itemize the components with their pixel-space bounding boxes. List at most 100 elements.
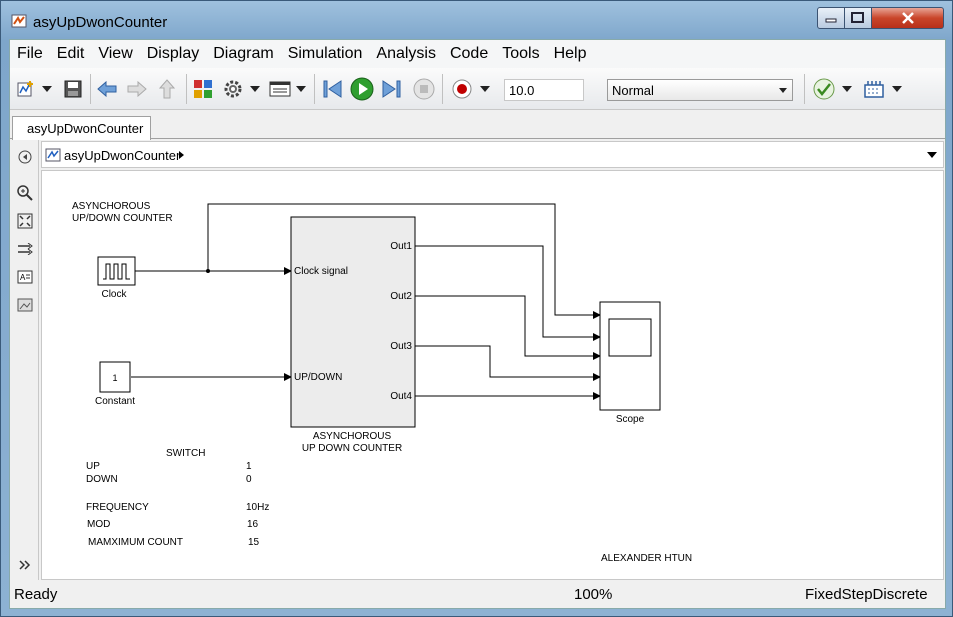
menu-file[interactable]: File: [10, 45, 50, 63]
out3-line[interactable]: [415, 345, 601, 381]
breadcrumb-dropdown-icon[interactable]: [927, 152, 937, 158]
settings-dropdown[interactable]: [248, 78, 262, 100]
menu-code[interactable]: Code: [443, 45, 495, 63]
expand-sidebar-button[interactable]: [16, 556, 34, 574]
model-explorer-button[interactable]: [268, 78, 292, 100]
menu-simulation[interactable]: Simulation: [281, 45, 370, 63]
palette-sidebar: A: [10, 140, 39, 580]
note-up-key: UP: [86, 461, 100, 472]
out1-line[interactable]: [415, 245, 601, 341]
author-annotation[interactable]: ALEXANDER HTUN: [601, 553, 692, 564]
menu-view[interactable]: View: [91, 45, 139, 63]
record-icon: [452, 79, 472, 99]
title-bar[interactable]: asyUpDwonCounter: [1, 1, 952, 39]
toolbar-separator: [804, 74, 805, 104]
toolbar: 10.0 Normal: [10, 68, 945, 110]
menu-edit[interactable]: Edit: [50, 45, 92, 63]
zoom-button[interactable]: [16, 184, 34, 202]
build-dropdown[interactable]: [890, 78, 904, 100]
double-chevron-icon: [19, 560, 31, 570]
step-back-button[interactable]: [320, 78, 344, 100]
model-canvas[interactable]: ASYNCHOROUS UP/DOWN COUNTER Clock 1 Cons…: [41, 170, 944, 580]
new-model-dropdown[interactable]: [40, 78, 54, 100]
record-dropdown[interactable]: [478, 78, 492, 100]
arrows-icon: [18, 243, 33, 255]
stop-time-input[interactable]: 10.0: [504, 79, 584, 101]
build-button[interactable]: [862, 78, 886, 100]
subsystem-out4-label: Out4: [390, 391, 412, 402]
model-icon: [45, 148, 61, 162]
note-down-value: 0: [246, 474, 252, 485]
library-browser-button[interactable]: [192, 78, 214, 100]
maximize-button[interactable]: [844, 7, 872, 29]
scope-label: Scope: [616, 414, 645, 425]
breadcrumb-model[interactable]: asyUpDwonCounter: [64, 148, 180, 163]
step-forward-icon: [382, 80, 401, 98]
subsystem-out2-label: Out2: [390, 291, 412, 302]
settings-gear-icon: [224, 80, 242, 98]
menu-help[interactable]: Help: [547, 45, 594, 63]
clock-block[interactable]: [97, 256, 136, 286]
clock-label: Clock: [101, 289, 127, 300]
save-icon: [64, 80, 82, 98]
out2-line[interactable]: [415, 295, 601, 360]
hide-browser-button[interactable]: [16, 148, 34, 166]
switch-title[interactable]: SWITCH: [166, 448, 205, 459]
scope-screen-icon: [608, 318, 652, 357]
back-icon: [97, 81, 117, 97]
diagram-title-line2[interactable]: UP/DOWN COUNTER: [72, 213, 173, 224]
simulation-mode-select[interactable]: Normal: [607, 79, 793, 101]
note-frequency-key: FREQUENCY: [86, 502, 149, 513]
toolbar-separator: [314, 74, 315, 104]
menu-tools[interactable]: Tools: [495, 45, 546, 63]
route-lines-button[interactable]: [16, 240, 34, 258]
explorer-dropdown[interactable]: [294, 78, 308, 100]
forward-button[interactable]: [126, 78, 148, 100]
status-ready: Ready: [14, 586, 58, 603]
zoom-icon: [17, 185, 33, 201]
record-button[interactable]: [450, 78, 474, 100]
chevron-right-icon: [179, 151, 184, 159]
simulink-model-icon: [11, 14, 27, 28]
save-button[interactable]: [62, 78, 84, 100]
breadcrumb: asyUpDwonCounter: [41, 141, 944, 168]
advisor-dropdown[interactable]: [840, 78, 854, 100]
subsystem-in2-label: UP/DOWN: [294, 372, 342, 383]
block-diagram: ASYNCHOROUS UP/DOWN COUNTER Clock 1 Cons…: [72, 201, 692, 564]
annotation-button[interactable]: A: [16, 268, 34, 286]
chevron-down-icon: [42, 86, 52, 92]
minimize-button[interactable]: [817, 7, 845, 29]
close-button[interactable]: [871, 7, 944, 29]
status-solver[interactable]: FixedStepDiscrete: [805, 586, 928, 603]
note-mod-value: 16: [247, 519, 259, 530]
model-settings-button[interactable]: [222, 78, 244, 100]
diagram-title-line1[interactable]: ASYNCHOROUS: [72, 201, 151, 212]
minimize-icon: [825, 18, 837, 23]
menu-diagram[interactable]: Diagram: [206, 45, 280, 63]
image-button[interactable]: [16, 296, 34, 314]
note-up-value: 1: [246, 461, 252, 472]
menu-bar: File Edit View Display Diagram Simulatio…: [10, 40, 945, 68]
stop-icon: [413, 78, 435, 100]
subsystem-label-line2: UP DOWN COUNTER: [302, 443, 402, 454]
new-model-button[interactable]: [16, 78, 38, 100]
subsystem-in1-label: Clock signal: [294, 266, 348, 277]
menu-analysis[interactable]: Analysis: [369, 45, 443, 63]
restore-icon: [851, 12, 864, 23]
collapse-arrow-icon: [18, 150, 32, 164]
fit-to-view-button[interactable]: [16, 212, 34, 230]
window-title: asyUpDwonCounter: [33, 14, 168, 31]
step-forward-button[interactable]: [380, 78, 404, 100]
tab-model[interactable]: asyUpDwonCounter: [12, 116, 151, 140]
new-model-icon: [17, 81, 33, 97]
stop-button[interactable]: [412, 78, 436, 100]
subsystem-out3-label: Out3: [390, 341, 412, 352]
chevron-down-icon: [892, 86, 902, 92]
toolbar-separator: [442, 74, 443, 104]
menu-display[interactable]: Display: [140, 45, 206, 63]
back-button[interactable]: [96, 78, 118, 100]
up-button[interactable]: [156, 78, 178, 100]
run-button[interactable]: [350, 77, 374, 101]
client-area: File Edit View Display Diagram Simulatio…: [9, 39, 946, 609]
model-advisor-button[interactable]: [812, 78, 836, 100]
